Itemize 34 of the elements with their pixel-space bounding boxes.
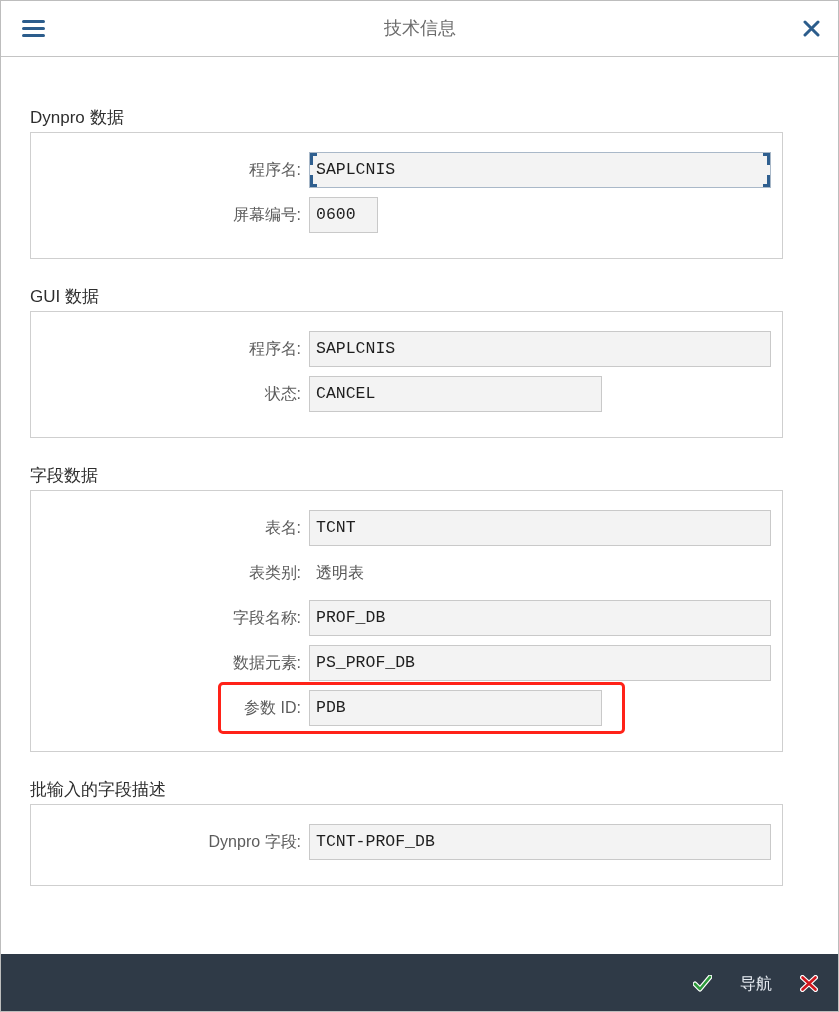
close-icon	[800, 975, 818, 992]
field-label: 参数 ID:	[244, 698, 301, 718]
field-label: 表名:	[264, 518, 301, 538]
field-label: 程序名:	[248, 339, 301, 359]
close-icon	[803, 20, 820, 37]
input-field[interactable]: TCNT-PROF_DB	[309, 824, 771, 860]
input-field[interactable]: 0600	[309, 197, 378, 233]
section-title: Dynpro 数据	[30, 107, 125, 129]
field-label: 表类别:	[248, 563, 301, 583]
input-field[interactable]: CANCEL	[309, 376, 602, 412]
input-field[interactable]: PROF_DB	[309, 600, 771, 636]
input-field[interactable]: PDB	[309, 690, 602, 726]
window-title: 技术信息	[383, 17, 456, 40]
menu-icon	[22, 20, 45, 37]
field-value: 透明表	[315, 563, 365, 583]
input-field[interactable]: SAPLCNIS	[309, 331, 771, 367]
section-title: 批输入的字段描述	[30, 779, 167, 801]
field-label: 屏幕编号:	[232, 205, 301, 225]
field-label: 状态:	[264, 384, 301, 404]
check-icon	[693, 975, 712, 992]
field-label: 字段名称:	[232, 608, 301, 628]
close-button[interactable]	[803, 20, 820, 37]
field-label: 数据元素:	[232, 653, 301, 673]
section-title: 字段数据	[30, 465, 99, 487]
input-field[interactable]: TCNT	[309, 510, 771, 546]
confirm-button[interactable]	[693, 975, 712, 992]
cancel-button[interactable]	[800, 975, 818, 992]
navigate-button[interactable]: 导航	[740, 971, 772, 996]
menu-button[interactable]	[22, 20, 45, 37]
input-field[interactable]: SAPLCNIS	[309, 152, 771, 188]
input-field[interactable]: PS_PROF_DB	[309, 645, 771, 681]
section-title: GUI 数据	[30, 286, 100, 308]
field-label: 程序名:	[248, 160, 301, 180]
field-label: Dynpro 字段:	[208, 832, 301, 852]
